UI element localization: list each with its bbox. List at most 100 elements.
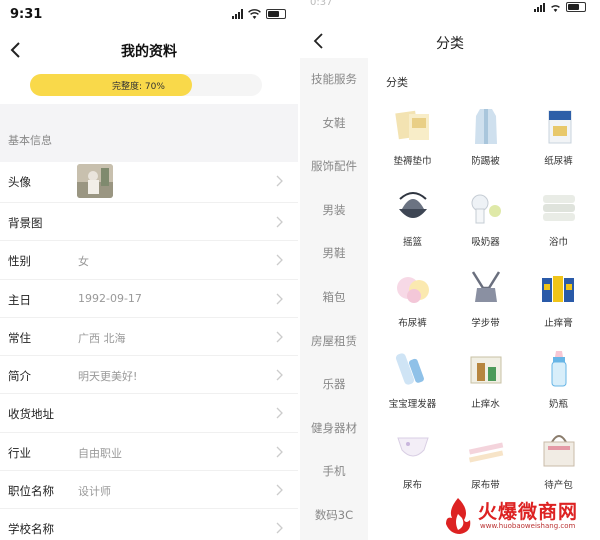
- section-title: 基本信息: [8, 134, 52, 147]
- walking-harness-icon: [471, 271, 501, 302]
- wifi-icon: [551, 5, 560, 12]
- category-item[interactable]: 手机: [300, 450, 368, 494]
- category-item[interactable]: 乐器: [300, 363, 368, 407]
- lotion-icon: [470, 356, 502, 384]
- row-industry[interactable]: 行业 自由职业: [0, 433, 298, 472]
- product-tile[interactable]: 学步带: [449, 262, 522, 343]
- row-label: 头像: [8, 175, 31, 189]
- product-name: 奶瓶: [548, 399, 568, 410]
- chevron-right-icon: [276, 408, 283, 419]
- product-tile[interactable]: 防踢被: [449, 100, 522, 181]
- row-job-title[interactable]: 职位名称 设计师: [0, 471, 298, 510]
- signal-icon: [232, 9, 243, 19]
- avatar[interactable]: [77, 164, 113, 198]
- battery-icon: [566, 2, 586, 12]
- category-screen: 0:37 分类 技能服务 女鞋 服饰配件 男装 男鞋 箱包 房屋租赁 乐器 健身…: [300, 0, 600, 540]
- status-time: 9:31: [10, 7, 43, 22]
- chevron-right-icon: [276, 369, 283, 381]
- diaper-pack-icon: [548, 110, 572, 144]
- product-name: 防踢被: [471, 156, 500, 167]
- breast-pump-icon: [471, 194, 501, 224]
- category-item[interactable]: 健身器材: [300, 407, 368, 451]
- watermark: 火爆微商网 www.huobaoweishang.com: [438, 494, 598, 538]
- product-name: 布尿裤: [398, 318, 427, 329]
- watermark-url: www.huobaoweishang.com: [480, 522, 576, 530]
- status-bar: 9:31: [0, 0, 298, 32]
- row-gender[interactable]: 性别 女: [0, 241, 298, 280]
- chevron-right-icon: [276, 254, 283, 266]
- ointment-icon: [542, 276, 574, 302]
- row-background[interactable]: 背景图: [0, 203, 298, 242]
- category-item[interactable]: 房屋租赁: [300, 320, 368, 364]
- product-name: 纸尿裤: [544, 156, 573, 167]
- product-tile[interactable]: 垫褥垫巾: [376, 100, 449, 181]
- row-address[interactable]: 收货地址: [0, 394, 298, 433]
- product-tile[interactable]: 尿布带: [449, 424, 522, 505]
- row-avatar[interactable]: 头像: [0, 162, 298, 203]
- product-tile[interactable]: 奶瓶: [522, 343, 595, 424]
- row-label: 收货地址: [8, 407, 54, 422]
- category-item[interactable]: 技能服务: [300, 58, 368, 102]
- product-tile[interactable]: 吸奶器: [449, 181, 522, 262]
- signal-icon: [534, 2, 545, 12]
- chevron-right-icon: [276, 175, 283, 187]
- cradle-icon: [399, 192, 427, 218]
- row-label: 简介: [8, 369, 31, 384]
- row-value: 设计师: [78, 485, 111, 499]
- chevron-right-icon: [276, 484, 283, 496]
- nav-bar: 分类: [300, 24, 600, 60]
- product-tile[interactable]: 止痒水: [449, 343, 522, 424]
- status-time: 0:37: [310, 0, 333, 8]
- row-label: 职位名称: [8, 484, 54, 499]
- wifi-icon: [248, 9, 261, 19]
- product-name: 吸奶器: [471, 237, 500, 248]
- row-value: 自由职业: [78, 446, 122, 460]
- row-label: 常住: [8, 330, 31, 345]
- category-item[interactable]: 男鞋: [300, 232, 368, 276]
- product-name: 浴巾: [548, 237, 568, 248]
- row-school[interactable]: 学校名称: [0, 509, 298, 540]
- category-item[interactable]: 数码3C: [300, 494, 368, 538]
- product-tile[interactable]: 摇篮: [376, 181, 449, 262]
- grid-title: 分类: [386, 76, 408, 89]
- product-tile[interactable]: 纸尿裤: [522, 100, 595, 181]
- product-name: 待产包: [544, 480, 573, 491]
- product-grid: 垫褥垫巾 防踢被 纸尿裤 摇篮 吸奶器 浴巾 布尿裤 学步带 止痒膏 宝宝理发器…: [376, 100, 600, 505]
- row-birthday[interactable]: 主日 1992-09-17: [0, 280, 298, 318]
- chevron-right-icon: [276, 522, 283, 534]
- row-value: 女: [78, 255, 89, 269]
- category-item[interactable]: 女鞋: [300, 102, 368, 146]
- category-item[interactable]: 箱包: [300, 276, 368, 320]
- row-residence[interactable]: 常住 广西 北海: [0, 318, 298, 357]
- product-tile[interactable]: 止痒膏: [522, 262, 595, 343]
- row-label: 学校名称: [8, 522, 54, 537]
- chevron-right-icon: [276, 216, 283, 228]
- category-item[interactable]: 男装: [300, 189, 368, 233]
- maternity-bag-icon: [543, 435, 575, 467]
- product-name: 止痒膏: [544, 318, 573, 329]
- product-name: 垫褥垫巾: [393, 156, 432, 167]
- product-tile[interactable]: 尿布: [376, 424, 449, 505]
- towel-icon: [543, 195, 575, 221]
- pad-icon: [395, 110, 429, 140]
- product-tile[interactable]: 宝宝理发器: [376, 343, 449, 424]
- product-tile[interactable]: 浴巾: [522, 181, 595, 262]
- category-item[interactable]: 服饰配件: [300, 145, 368, 189]
- page-title: 我的资料: [121, 44, 177, 60]
- row-label: 性别: [8, 254, 31, 269]
- cloth-diaper-icon: [397, 277, 429, 303]
- row-label: 背景图: [8, 216, 43, 230]
- product-name: 摇篮: [402, 237, 422, 248]
- row-value: 明天更美好!: [78, 370, 138, 384]
- profile-rows: 头像 背景图 性别 女 主日 1992-09-17 常住 广西 北海 简介 明天…: [0, 162, 298, 540]
- chevron-right-icon: [276, 331, 283, 343]
- chevron-right-icon: [276, 293, 283, 305]
- sleeping-bag-icon: [475, 109, 497, 144]
- row-bio[interactable]: 简介 明天更美好!: [0, 356, 298, 395]
- product-tile[interactable]: 待产包: [522, 424, 595, 505]
- row-value: 1992-09-17: [78, 291, 142, 305]
- product-name: 尿布: [402, 480, 422, 491]
- product-tile[interactable]: 布尿裤: [376, 262, 449, 343]
- watermark-text: 火爆微商网: [478, 501, 579, 523]
- baby-bottle-icon: [551, 351, 567, 387]
